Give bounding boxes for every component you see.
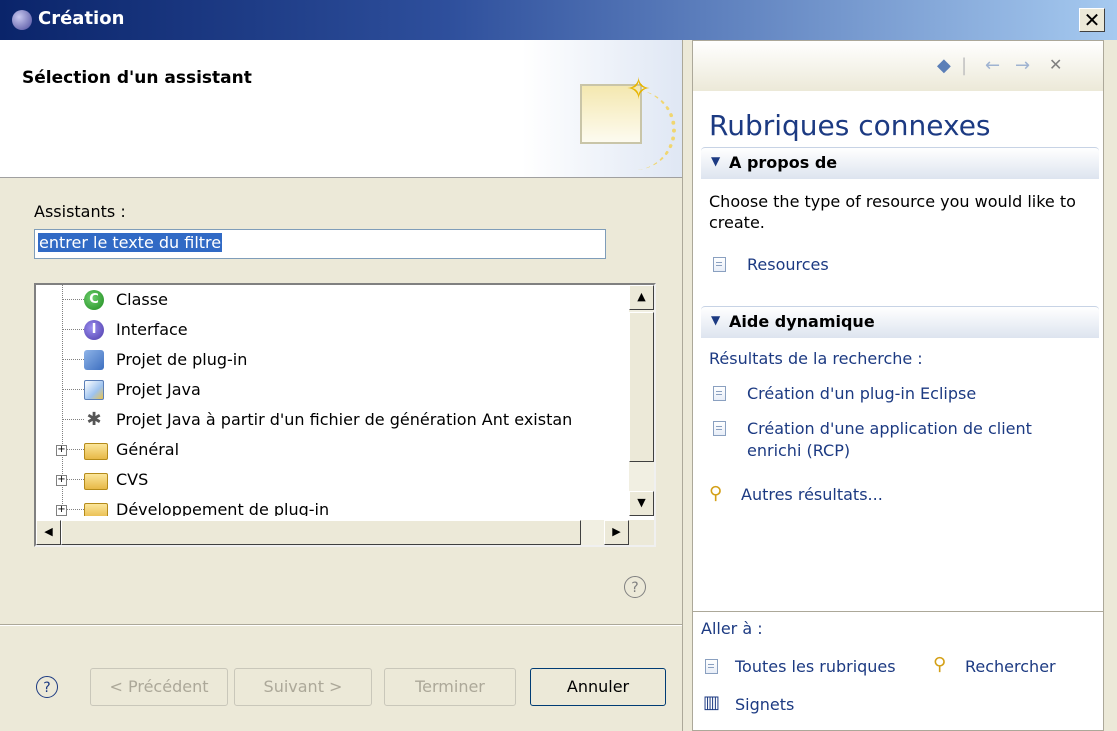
tree-content: C Classe I Interface Projet de plug-in P… xyxy=(36,285,629,516)
all-topics-icon xyxy=(705,659,718,674)
assistants-label: Assistants : xyxy=(34,202,126,221)
close-view-icon[interactable]: ✕ xyxy=(1049,55,1062,74)
title-bar: Création ✕ xyxy=(0,0,1117,40)
more-results-link[interactable]: Autres résultats... xyxy=(741,484,883,506)
expand-icon[interactable]: + xyxy=(56,505,67,516)
tree-item-label: Interface xyxy=(116,320,188,339)
tree-item-label: Général xyxy=(116,440,180,459)
next-button[interactable]: Suivant > xyxy=(234,668,372,706)
plugin-project-icon xyxy=(84,350,104,370)
collapse-arrow-icon: ▼ xyxy=(711,313,721,327)
cancel-button[interactable]: Annuler xyxy=(530,668,666,706)
scroll-down-icon[interactable]: ▼ xyxy=(629,491,654,516)
help-icon[interactable]: ? xyxy=(36,676,58,698)
tree-item-label: CVS xyxy=(116,470,149,489)
tree-connector xyxy=(62,359,84,360)
bookmarks-link[interactable]: Signets xyxy=(735,694,794,716)
help-pane: ◆ | ← → ✕ Rubriques connexes ▼ A propos … xyxy=(692,40,1104,731)
search-results-label: Résultats de la recherche : xyxy=(709,349,923,368)
close-button[interactable]: ✕ xyxy=(1079,8,1105,32)
page-help-icon[interactable]: ? xyxy=(624,576,646,598)
folder-icon xyxy=(84,503,108,516)
bookmarks-icon: ▥ xyxy=(703,692,721,713)
java-interface-icon: I xyxy=(84,320,104,340)
search-link[interactable]: Rechercher xyxy=(965,656,1056,678)
finish-button[interactable]: Terminer xyxy=(384,668,516,706)
toolbar-divider: | xyxy=(961,55,968,76)
wizard-banner-graphic: ✧ xyxy=(522,40,682,177)
forward-arrow-icon[interactable]: → xyxy=(1015,55,1030,76)
tree-connector xyxy=(62,419,84,420)
expand-icon[interactable]: + xyxy=(56,475,67,486)
resources-link[interactable]: Resources xyxy=(747,254,829,276)
show-in-contents-icon[interactable]: ◆ xyxy=(937,55,951,76)
tree-item-label: Projet Java à partir d'un fichier de gén… xyxy=(116,410,573,429)
wizard-header: Sélection d'un assistant ✧ xyxy=(0,40,682,178)
about-section-header[interactable]: ▼ A propos de xyxy=(701,147,1099,179)
about-text: Choose the type of resource you would li… xyxy=(709,192,1076,232)
eclipse-icon xyxy=(12,10,32,30)
scroll-left-icon[interactable]: ◀ xyxy=(36,520,61,545)
tree-connector xyxy=(62,389,84,390)
back-button[interactable]: < Précédent xyxy=(90,668,228,706)
help-toolbar: ◆ | ← → ✕ xyxy=(693,41,1103,91)
folder-icon xyxy=(84,443,108,460)
about-heading: A propos de xyxy=(729,153,838,172)
vertical-scroll-thumb[interactable] xyxy=(629,312,654,462)
result-link[interactable]: Création d'un plug-in Eclipse xyxy=(747,383,976,405)
window-title: Création xyxy=(38,8,125,29)
search-icon: ⚲ xyxy=(933,654,947,675)
scrollbar-corner xyxy=(629,520,654,545)
help-title: Rubriques connexes xyxy=(709,109,991,142)
horizontal-scroll-thumb[interactable] xyxy=(61,520,581,545)
document-icon xyxy=(713,421,726,436)
filter-input-text: entrer le texte du filtre xyxy=(38,233,223,252)
scroll-up-icon[interactable]: ▲ xyxy=(629,285,654,310)
wizard-tree[interactable]: C Classe I Interface Projet de plug-in P… xyxy=(34,283,656,547)
tree-item-label: Classe xyxy=(116,290,168,309)
java-class-icon: C xyxy=(84,290,104,310)
tree-connector xyxy=(62,299,84,300)
result-link[interactable]: Création d'une application de client enr… xyxy=(747,418,1077,462)
tree-item-label: Projet Java xyxy=(116,380,201,399)
pane-splitter[interactable] xyxy=(682,40,692,731)
tree-connector xyxy=(62,329,84,330)
button-separator xyxy=(0,624,682,626)
vertical-scrollbar[interactable]: ▲ ▼ xyxy=(629,285,654,516)
wizard-header-title: Sélection d'un assistant xyxy=(22,68,252,88)
dynamic-help-section-header[interactable]: ▼ Aide dynamique xyxy=(701,306,1099,338)
tree-item-label: Développement de plug-in xyxy=(116,500,330,516)
search-results-icon: ⚲ xyxy=(709,483,723,504)
tree-item-label: Projet de plug-in xyxy=(116,350,248,369)
filter-input[interactable]: entrer le texte du filtre xyxy=(34,229,606,259)
all-topics-link[interactable]: Toutes les rubriques xyxy=(735,656,896,678)
folder-icon xyxy=(84,473,108,490)
scroll-right-icon[interactable]: ▶ xyxy=(604,520,629,545)
collapse-arrow-icon: ▼ xyxy=(711,154,721,168)
star-icon: ✧ xyxy=(626,72,652,107)
dynamic-help-heading: Aide dynamique xyxy=(729,312,875,331)
goto-section: Aller à : Toutes les rubriques ⚲ Recherc… xyxy=(693,611,1103,730)
expand-icon[interactable]: + xyxy=(56,445,67,456)
horizontal-scrollbar[interactable]: ◀ ▶ xyxy=(36,520,629,545)
wizard-pane: Sélection d'un assistant ✧ Assistants : … xyxy=(0,40,682,731)
document-icon xyxy=(713,386,726,401)
java-project-icon xyxy=(84,380,104,400)
goto-label: Aller à : xyxy=(701,619,763,638)
ant-project-icon: ✱ xyxy=(86,409,102,430)
back-arrow-icon[interactable]: ← xyxy=(985,55,1000,76)
document-icon xyxy=(713,257,726,272)
